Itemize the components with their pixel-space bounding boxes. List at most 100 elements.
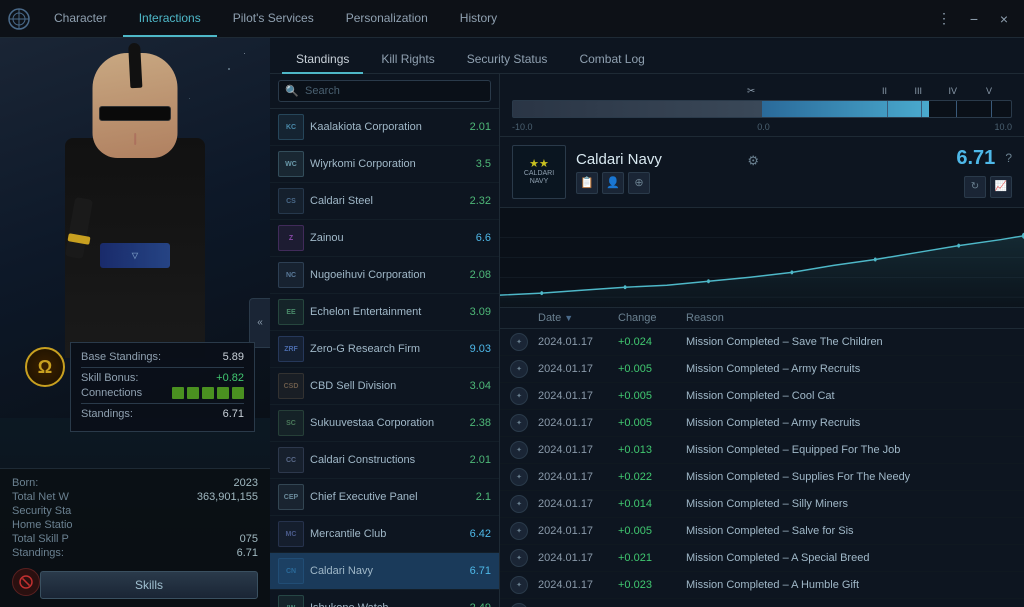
tx-icon: ✦: [508, 441, 530, 459]
tx-faction-icon: ✦: [510, 387, 528, 405]
standings-item[interactable]: Z Zainou 6.6: [270, 220, 499, 257]
tab-combat-log[interactable]: Combat Log: [565, 46, 658, 74]
faction-icon: EE: [278, 299, 304, 325]
tx-change: +0.005: [618, 525, 678, 537]
tx-reason: Mission Completed – A Humble Gift: [686, 579, 1016, 591]
table-row: ✦ 2024.01.17 +0.005 Mission Completed – …: [500, 410, 1024, 437]
standings-item[interactable]: CS Caldari Steel 2.32: [270, 183, 499, 220]
faction-standing-value: 2.01: [461, 454, 491, 466]
blocked-icon[interactable]: [12, 568, 40, 596]
entity-help-icon[interactable]: ?: [1005, 151, 1012, 165]
skill-name: Connections: [81, 387, 142, 399]
net-worth-value: 363,901,155: [197, 491, 258, 503]
standings-tooltip: Base Standings: 5.89 Skill Bonus: +0.82 …: [70, 342, 255, 432]
faction-name: Sukuuvestaa Corporation: [310, 417, 455, 429]
table-row: ✦ 2024.01.17 +0.021 Mission Completed – …: [500, 545, 1024, 572]
search-icon: 🔍: [285, 85, 299, 98]
standings-item[interactable]: CC Caldari Constructions 2.01: [270, 442, 499, 479]
tab-kill-rights[interactable]: Kill Rights: [367, 46, 448, 74]
faction-name: Zero-G Research Firm: [310, 343, 455, 355]
standings-item[interactable]: CSD CBD Sell Division 3.04: [270, 368, 499, 405]
standing-gauge: [512, 100, 1012, 118]
standings-item[interactable]: CEP Chief Executive Panel 2.1: [270, 479, 499, 516]
faction-name: Caldari Constructions: [310, 454, 455, 466]
standings-item[interactable]: MC Mercantile Club 6.42: [270, 516, 499, 553]
tx-reason: Mission Completed – Equipped For The Job: [686, 444, 1016, 456]
faction-name: Kaalakiota Corporation: [310, 121, 455, 133]
faction-name: CBD Sell Division: [310, 380, 455, 392]
tx-change: +0.005: [618, 363, 678, 375]
tab-character[interactable]: Character: [38, 0, 123, 37]
minimize-button[interactable]: −: [962, 7, 986, 31]
panel-collapse-button[interactable]: «: [249, 298, 270, 348]
table-row: ✦ 2024.01.17 +0.023 Mission Completed – …: [500, 572, 1024, 599]
skills-button[interactable]: Skills: [40, 571, 258, 599]
standings-item[interactable]: ZRF Zero-G Research Firm 9.03: [270, 331, 499, 368]
entity-name-area: Caldari Navy 📋 👤 ⊕: [576, 151, 956, 194]
faction-standing-value: 2.01: [461, 121, 491, 133]
gauge-min-label: -10.0: [512, 122, 533, 132]
entity-show-info-button[interactable]: 📋: [576, 172, 598, 194]
th-date[interactable]: Date ▼: [538, 312, 610, 324]
standings-item[interactable]: KC Kaalakiota Corporation 2.01: [270, 109, 499, 146]
tx-reason: Mission Completed – Army Recruits: [686, 363, 1016, 375]
tab-history[interactable]: History: [444, 0, 513, 37]
tab-security-status[interactable]: Security Status: [453, 46, 562, 74]
tx-change: +0.023: [618, 579, 678, 591]
born-label: Born:: [12, 477, 38, 489]
tx-icon: ✦: [508, 549, 530, 567]
settings-gear-icon[interactable]: ⚙: [747, 153, 759, 169]
search-box: 🔍: [270, 74, 499, 109]
standings-list: 🔍 KC Kaalakiota Corporation 2.01 WC Wiyr…: [270, 74, 500, 607]
tx-date: 2024.01.17: [538, 579, 610, 591]
gauge-area: ✂ II III IV V: [500, 74, 1024, 137]
more-options-button[interactable]: ⋮: [932, 7, 956, 31]
app-logo[interactable]: [0, 0, 38, 38]
tx-date: 2024.01.17: [538, 525, 610, 537]
standings-item[interactable]: EE Echelon Entertainment 3.09: [270, 294, 499, 331]
standings-item[interactable]: CN Caldari Navy 6.71: [270, 553, 499, 590]
faction-icon: NC: [278, 262, 304, 288]
table-row: ✦ 2024.01.17 +0.014 Mission Completed – …: [500, 599, 1024, 607]
entity-add-contact-button[interactable]: 👤: [602, 172, 624, 194]
main-panel: Standings Kill Rights Security Status Co…: [270, 38, 1024, 607]
faction-icon: CEP: [278, 484, 304, 510]
standings-item[interactable]: NC Nugoeihuvi Corporation 2.08: [270, 257, 499, 294]
standings-item[interactable]: SC Sukuuvestaa Corporation 2.38: [270, 405, 499, 442]
faction-name: Nugoeihuvi Corporation: [310, 269, 455, 281]
tx-reason: Mission Completed – Save The Children: [686, 336, 1016, 348]
base-standings-value: 5.89: [223, 351, 244, 363]
tx-faction-icon: ✦: [510, 360, 528, 378]
content-area: 🔍 KC Kaalakiota Corporation 2.01 WC Wiyr…: [270, 74, 1024, 607]
faction-name: Zainou: [310, 232, 455, 244]
tx-date: 2024.01.17: [538, 417, 610, 429]
tab-standings[interactable]: Standings: [282, 46, 363, 74]
entity-chart-button[interactable]: 📈: [990, 176, 1012, 198]
net-worth-label: Total Net W: [12, 491, 69, 503]
tx-faction-icon: ✦: [510, 549, 528, 567]
tab-interactions[interactable]: Interactions: [123, 0, 217, 37]
tx-icon: ✦: [508, 468, 530, 486]
search-input[interactable]: [278, 80, 491, 102]
tab-personalization[interactable]: Personalization: [330, 0, 444, 37]
tx-reason: Mission Completed – Cool Cat: [686, 390, 1016, 402]
faction-standing-value: 2.1: [461, 491, 491, 503]
chart-area: [500, 208, 1024, 308]
standings-item[interactable]: WC Wiyrkomi Corporation 3.5: [270, 146, 499, 183]
tx-change: +0.013: [618, 444, 678, 456]
tx-icon: ✦: [508, 360, 530, 378]
home-station-label: Home Statio: [12, 519, 73, 531]
faction-name: Echelon Entertainment: [310, 306, 455, 318]
standings-value-info: 6.71: [237, 547, 258, 559]
entity-add-button[interactable]: ⊕: [628, 172, 650, 194]
tab-pilots-services[interactable]: Pilot's Services: [217, 0, 330, 37]
faction-icon: SC: [278, 410, 304, 436]
close-button[interactable]: ×: [992, 7, 1016, 31]
faction-standing-value: 2.08: [461, 269, 491, 281]
entity-refresh-button[interactable]: ↻: [964, 176, 986, 198]
standings-item[interactable]: IW Ishukone Watch 2.49: [270, 590, 499, 607]
table-row: ✦ 2024.01.17 +0.005 Mission Completed – …: [500, 356, 1024, 383]
faction-icon: CC: [278, 447, 304, 473]
tx-date: 2024.01.17: [538, 471, 610, 483]
tx-icon: ✦: [508, 576, 530, 594]
